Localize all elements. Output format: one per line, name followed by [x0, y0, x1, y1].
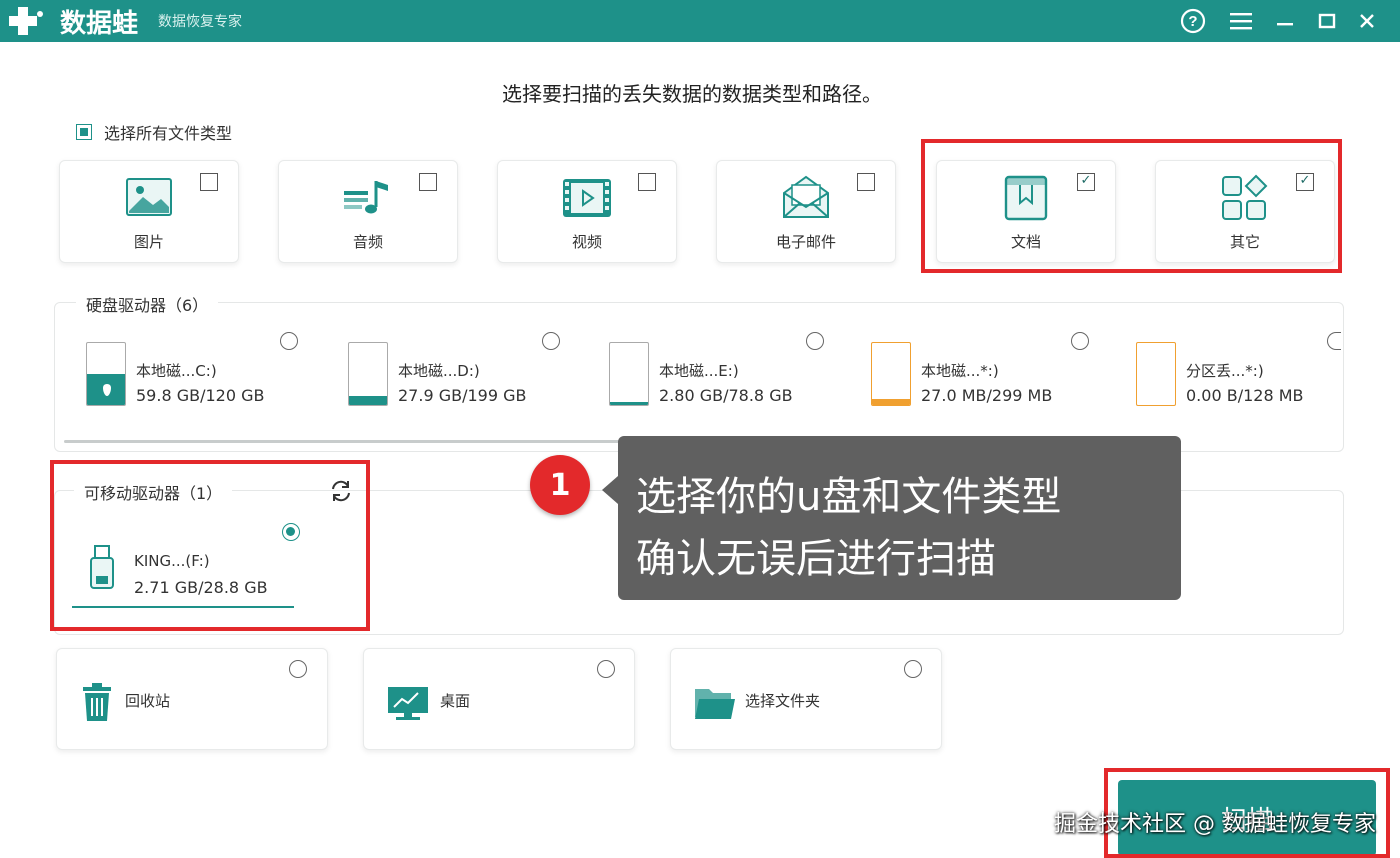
desktop-icon — [386, 683, 430, 723]
windows-icon — [103, 384, 111, 396]
location-radio-recycle-bin[interactable] — [289, 660, 307, 678]
type-checkbox-picture[interactable] — [200, 173, 218, 191]
picture-icon — [123, 173, 175, 223]
location-label: 选择文件夹 — [745, 692, 821, 710]
step-badge: 1 — [530, 455, 590, 515]
logo-cross-icon — [9, 7, 43, 35]
drive-radio-c[interactable] — [280, 332, 298, 350]
audio-icon — [342, 173, 394, 223]
select-all-label: 选择所有文件类型 — [104, 124, 233, 143]
drive-name: 本地磁...E:) — [659, 362, 739, 380]
drive-name: 分区丢...*:) — [1186, 362, 1264, 380]
type-card-picture[interactable]: 图片 — [59, 160, 239, 263]
recycle-bin-icon — [79, 683, 115, 723]
drive-radio-lost-partition[interactable] — [1327, 332, 1341, 350]
menu-icon[interactable] — [1226, 6, 1256, 36]
drive-icon — [871, 342, 911, 406]
instruction-tooltip: 选择你的u盘和文件类型 确认无误后进行扫描 — [602, 436, 1181, 600]
app-name: 数据蛙 — [60, 8, 139, 39]
select-all-types[interactable]: 选择所有文件类型 — [76, 120, 232, 144]
drive-name: 本地磁...C:) — [136, 362, 217, 380]
svg-text:?: ? — [1188, 13, 1197, 30]
type-checkbox-audio[interactable] — [419, 173, 437, 191]
drive-usage-fill — [349, 396, 387, 405]
title-bar: 数据蛙 数据恢复专家 ? — [0, 0, 1400, 42]
drive-usage-fill — [872, 399, 910, 405]
drive-name: 本地磁...*:) — [921, 362, 999, 380]
close-icon[interactable] — [1352, 6, 1382, 36]
drive-item-lost-partition[interactable]: 分区丢...*:) 0.00 B/128 MB — [1136, 332, 1326, 412]
app-logo: 数据蛙 数据恢复专家 — [6, 5, 243, 39]
email-icon — [780, 173, 832, 223]
drive-size: 0.00 B/128 MB — [1186, 386, 1304, 405]
maximize-icon[interactable] — [1312, 6, 1342, 36]
hard-drive-title: 硬盘驱动器（6） — [76, 292, 219, 316]
location-radio-folder[interactable] — [904, 660, 922, 678]
drive-icon — [1136, 342, 1176, 406]
video-icon — [561, 173, 613, 223]
drive-radio-e[interactable] — [806, 332, 824, 350]
highlight-box-file-types — [921, 139, 1342, 273]
tooltip-line-1: 选择你的u盘和文件类型 — [636, 474, 1062, 520]
location-radio-desktop[interactable] — [597, 660, 615, 678]
folder-icon — [693, 683, 737, 723]
type-card-audio[interactable]: 音频 — [278, 160, 458, 263]
type-label: 视频 — [571, 233, 602, 251]
minimize-icon[interactable] — [1270, 6, 1300, 36]
drive-name: 本地磁...D:) — [398, 362, 480, 380]
type-label: 图片 — [133, 233, 164, 251]
drive-icon — [86, 342, 126, 406]
page-headline: 选择要扫描的丢失数据的数据类型和路径。 — [502, 82, 882, 106]
type-label: 电子邮件 — [775, 233, 836, 251]
drive-usage-fill — [610, 402, 648, 405]
drive-icon — [609, 342, 649, 406]
location-label: 桌面 — [440, 692, 471, 710]
type-checkbox-email[interactable] — [857, 173, 875, 191]
drive-size: 59.8 GB/120 GB — [136, 386, 265, 405]
location-label: 回收站 — [125, 692, 171, 710]
drive-size: 27.0 MB/299 MB — [921, 386, 1053, 405]
drive-radio-d[interactable] — [542, 332, 560, 350]
drive-icon — [348, 342, 388, 406]
location-card-recycle-bin[interactable]: 回收站 — [56, 648, 328, 750]
type-label: 音频 — [352, 233, 383, 251]
highlight-box-removable — [50, 460, 370, 631]
app-subtitle: 数据恢复专家 — [158, 14, 243, 30]
watermark-text: 掘金技术社区 @ 数据蛙恢复专家 — [1054, 812, 1376, 837]
select-all-checkbox[interactable] — [76, 124, 92, 140]
drive-size: 27.9 GB/199 GB — [398, 386, 527, 405]
location-card-desktop[interactable]: 桌面 — [363, 648, 635, 750]
type-card-email[interactable]: 电子邮件 — [716, 160, 896, 263]
type-card-video[interactable]: 视频 — [497, 160, 677, 263]
drive-size: 2.80 GB/78.8 GB — [659, 386, 793, 405]
location-card-folder[interactable]: 选择文件夹 — [670, 648, 942, 750]
help-icon[interactable]: ? — [1178, 6, 1208, 36]
drive-radio-partition[interactable] — [1071, 332, 1089, 350]
drive-item-d[interactable]: 本地磁...D:) 27.9 GB/199 GB — [348, 332, 598, 412]
type-checkbox-video[interactable] — [638, 173, 656, 191]
drive-item-c[interactable]: 本地磁...C:) 59.8 GB/120 GB — [86, 332, 336, 412]
tooltip-line-2: 确认无误后进行扫描 — [636, 536, 996, 582]
